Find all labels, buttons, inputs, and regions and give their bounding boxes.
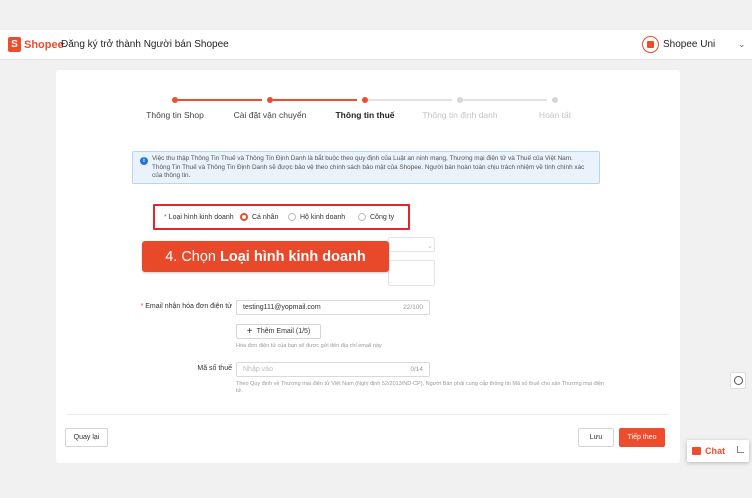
step-dot-shop-info — [172, 97, 178, 103]
email-input[interactable]: testing111@yopmail.com 22/100 — [236, 300, 430, 315]
back-button[interactable]: Quay lại — [65, 428, 108, 447]
next-button[interactable]: Tiếp theo — [619, 428, 665, 447]
save-button[interactable]: Lưu — [578, 428, 614, 447]
shopee-bag-icon: S — [8, 37, 21, 52]
step-label-shipping: Cài đặt vận chuyển — [233, 110, 307, 120]
step-connector — [273, 99, 357, 101]
radio-label: Hộ kinh doanh — [300, 213, 346, 221]
step-connector — [178, 99, 262, 101]
shopee-uni-icon — [642, 36, 659, 53]
tax-code-counter: 0/14 — [410, 366, 423, 373]
step-label-shop-info: Thông tin Shop — [146, 110, 204, 120]
radio-ca-nhan[interactable]: Cá nhân — [240, 213, 278, 221]
support-float-button[interactable] — [730, 372, 746, 389]
email-hint: Hóa đơn điện tử của bạn sẽ được gửi đến … — [236, 343, 382, 349]
step-connector — [368, 99, 452, 101]
address-textarea[interactable] — [388, 260, 435, 286]
radio-unselected-icon — [288, 213, 296, 221]
step-connector — [463, 99, 547, 101]
tax-code-input[interactable]: Nhập vào 0/14 — [236, 362, 430, 377]
chat-widget[interactable]: Chat — [687, 440, 749, 462]
page-title: Đăng ký trở thành Người bán Shopee — [61, 39, 229, 50]
tax-code-label: Mã số thuế — [197, 365, 232, 372]
shopee-uni-link[interactable]: Shopee Uni — [642, 36, 715, 53]
info-notice: i Việc thu thập Thông Tin Thuế và Thông … — [132, 151, 600, 184]
shopee-logo[interactable]: S Shopee — [8, 37, 64, 52]
chevron-down-icon: ⌄ — [427, 243, 433, 250]
step-label-identity: Thông tin định danh — [422, 110, 498, 120]
business-type-label: * Loại hình kinh doanh — [164, 214, 234, 221]
chat-icon — [692, 447, 701, 455]
radio-unselected-icon — [358, 213, 366, 221]
tax-code-hint: Theo Quy định về Thương mại điện tử Việt… — [236, 381, 604, 394]
shopee-uni-label: Shopee Uni — [663, 39, 716, 50]
step-dot-identity — [457, 97, 463, 103]
email-counter: 22/100 — [403, 304, 423, 311]
step-dot-tax — [362, 97, 368, 103]
step-label-tax: Thông tin thuế — [335, 110, 395, 120]
radio-label: Cá nhân — [252, 213, 279, 221]
top-navigation-bar: S Shopee Đăng ký trở thành Người bán Sho… — [0, 30, 752, 60]
add-email-button[interactable]: + Thêm Email (1/5) — [236, 324, 321, 339]
shopee-logo-text: Shopee — [24, 38, 64, 51]
radio-cong-ty[interactable]: Công ty — [358, 213, 394, 221]
step-dot-complete — [552, 97, 558, 103]
info-icon: i — [140, 157, 148, 165]
chevron-down-icon[interactable]: ⌄ — [738, 39, 746, 50]
radio-ho-kinh-doanh[interactable]: Hộ kinh doanh — [288, 213, 345, 221]
support-icon — [733, 376, 743, 385]
registration-card: Thông tin Shop Cài đặt vận chuyển Thông … — [56, 70, 680, 463]
plus-icon: + — [246, 325, 253, 337]
step-label-complete: Hoàn tất — [538, 110, 572, 120]
radio-selected-icon — [240, 213, 248, 221]
progress-stepper: Thông tin Shop Cài đặt vận chuyển Thông … — [56, 70, 680, 130]
expand-icon[interactable] — [737, 446, 744, 453]
email-label: * Email nhận hóa đơn điện tử — [140, 303, 232, 310]
business-type-field: * Loại hình kinh doanh Cá nhân Hộ kinh d… — [153, 204, 410, 230]
chat-label: Chat — [705, 446, 725, 456]
tutorial-step-banner: 4. Chọn Loại hình kinh doanh — [142, 241, 389, 272]
footer-divider — [67, 414, 669, 415]
radio-label: Công ty — [370, 213, 395, 221]
info-text: Việc thu thập Thông Tin Thuế và Thông Ti… — [152, 155, 585, 179]
step-dot-shipping — [267, 97, 273, 103]
